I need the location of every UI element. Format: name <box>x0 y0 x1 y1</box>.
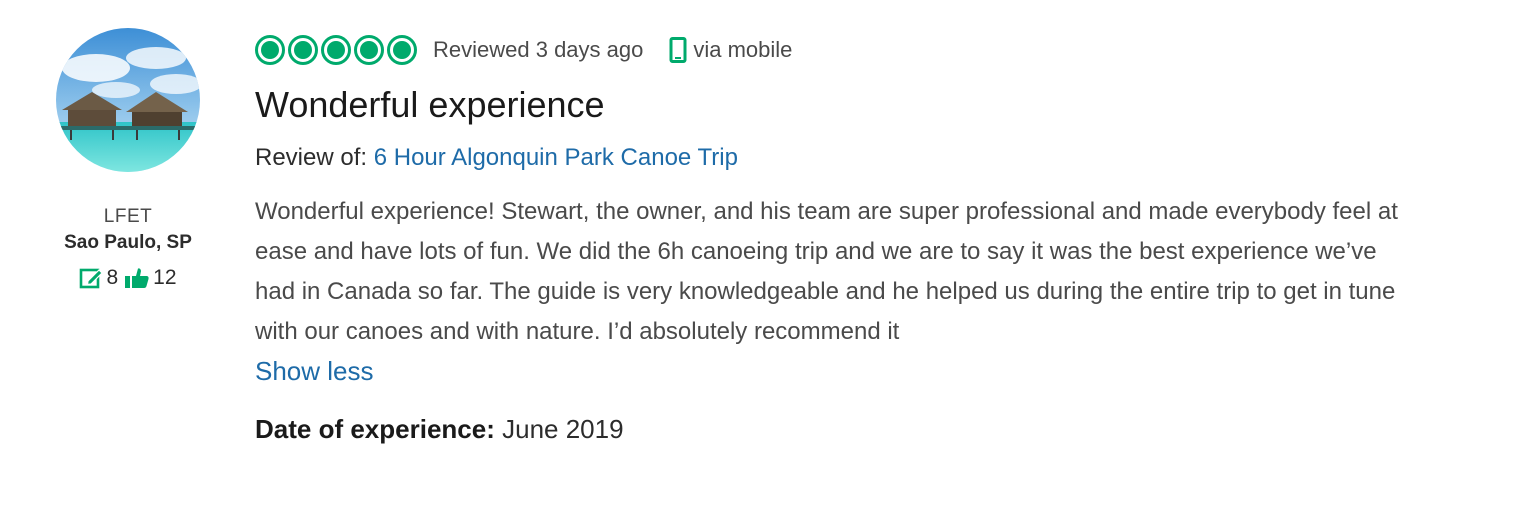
thumbs-up-icon <box>125 268 149 288</box>
review-of: Review of: 6 Hour Algonquin Park Canoe T… <box>255 144 1485 172</box>
helpful-votes-count[interactable]: 12 <box>124 266 177 290</box>
beach-bungalow-avatar <box>56 28 200 172</box>
review-date: Reviewed 3 days ago <box>433 37 644 62</box>
edit-icon <box>80 268 104 289</box>
rating-bubble-icon <box>321 35 351 65</box>
reviewer-location: Sao Paulo, SP <box>64 232 192 253</box>
review-body-text: Wonderful experience! Stewart, the owner… <box>255 198 1398 345</box>
show-less-link[interactable]: Show less <box>255 352 1415 390</box>
review-meta: Reviewed 3 days ago via mobile <box>255 30 1485 70</box>
date-of-experience-label: Date of experience: <box>255 414 495 444</box>
date-of-experience: Date of experience: June 2019 <box>255 414 1485 445</box>
via-mobile-label: via mobile <box>693 37 793 62</box>
reviewer-avatar[interactable] <box>56 28 200 172</box>
rating-bubble-fill <box>294 41 312 59</box>
reviewer-username[interactable]: LFET <box>40 206 216 228</box>
review-content: Reviewed 3 days ago via mobile Wonderful… <box>255 30 1485 445</box>
reviewer-stats: 8 12 <box>40 266 216 290</box>
rating-bubble-icon <box>354 35 384 65</box>
rating-bubble-fill <box>327 41 345 59</box>
rating-bubble-fill <box>360 41 378 59</box>
review-title[interactable]: Wonderful experience <box>255 84 1485 126</box>
rating-bubble-fill <box>393 41 411 59</box>
date-of-experience-value: June 2019 <box>502 414 624 444</box>
rating-bubbles[interactable] <box>255 35 417 65</box>
contributions-count[interactable]: 8 <box>79 266 118 290</box>
helpful-votes-value: 12 <box>153 266 177 289</box>
rating-bubble-icon <box>288 35 318 65</box>
review-body: Wonderful experience! Stewart, the owner… <box>255 192 1415 390</box>
mobile-phone-icon <box>669 37 687 63</box>
rating-bubble-icon <box>255 35 285 65</box>
via-mobile: via mobile <box>669 37 792 63</box>
rating-bubble-fill <box>261 41 279 59</box>
review-of-label: Review of: <box>255 144 368 171</box>
reviewer-profile: LFET Sao Paulo, SP 8 12 <box>40 28 216 290</box>
contributions-value: 8 <box>106 266 119 289</box>
rating-bubble-icon <box>387 35 417 65</box>
attraction-link[interactable]: 6 Hour Algonquin Park Canoe Trip <box>374 144 738 171</box>
